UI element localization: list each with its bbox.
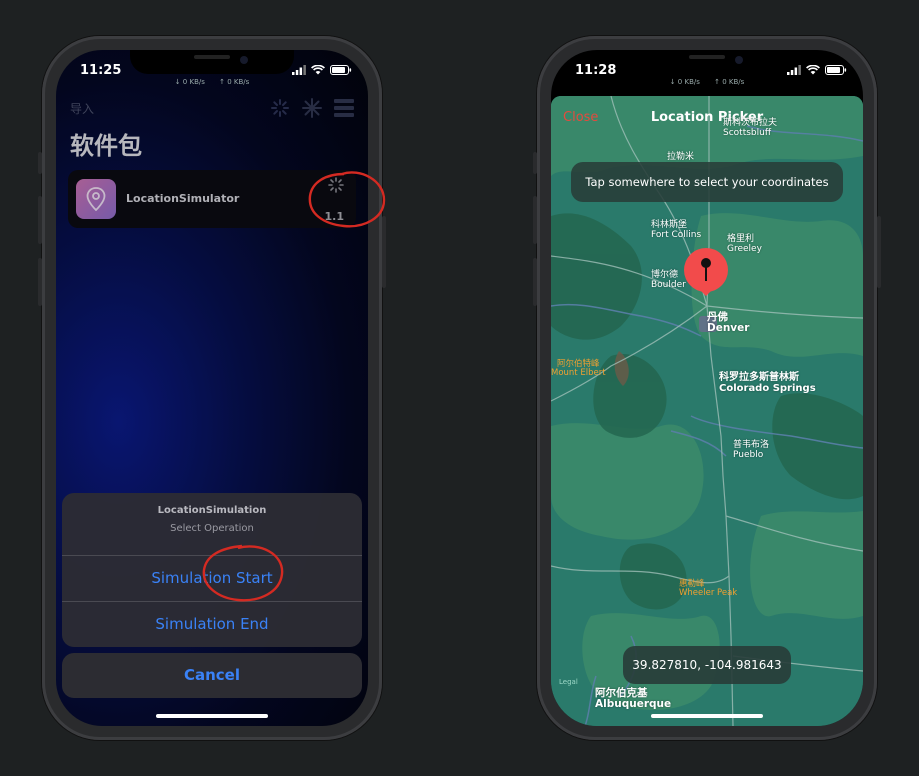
status-icons — [787, 65, 847, 75]
city-label-boulder: 博尔德 Boulder — [651, 270, 686, 290]
simulation-end-button[interactable]: Simulation End — [62, 602, 362, 647]
net-up: ↑ 0 KB/s — [219, 78, 250, 86]
volume-up-button — [533, 196, 537, 244]
power-button — [877, 216, 881, 288]
action-sheet-subtitle: Select Operation — [170, 523, 254, 534]
wifi-icon — [311, 65, 325, 75]
network-speed: ↓ 0 KB/s ↑ 0 KB/s — [551, 78, 863, 86]
location-picker-sheet: Close Location Picker 斯科茨布拉夫 Scottsbluff … — [551, 96, 863, 726]
battery-icon — [825, 65, 847, 75]
net-down: ↓ 0 KB/s — [669, 78, 700, 86]
signal-icon — [787, 65, 801, 75]
city-label-greeley: 格里利 Greeley — [727, 234, 762, 254]
city-label-colorado-springs: 科罗拉多斯普林斯 Colorado Springs — [719, 372, 816, 394]
action-sheet: LocationSimulation Select Operation Simu… — [62, 493, 362, 647]
volume-down-button — [38, 258, 42, 306]
peak-label-mount-elbert: 阿尔伯特峰 Mount Elbert — [551, 359, 606, 378]
notch — [130, 50, 294, 74]
notch — [625, 50, 789, 74]
left-screen: 11:25 ↓ 0 KB/s ↑ 0 KB/s 导入 软件包 LocationS… — [56, 50, 368, 726]
map-header: Close Location Picker — [551, 110, 863, 130]
wifi-icon — [806, 65, 820, 75]
instruction-banner: Tap somewhere to select your coordinates — [571, 162, 843, 202]
home-indicator — [651, 714, 763, 718]
signal-icon — [292, 65, 306, 75]
battery-icon — [330, 65, 352, 75]
net-up: ↑ 0 KB/s — [714, 78, 745, 86]
simulation-start-button[interactable]: Simulation Start — [62, 556, 362, 601]
city-label-scottsbluff: 斯科茨布拉夫 Scottsbluff — [723, 118, 778, 138]
city-label-albuquerque: 阿尔伯克基 Albuquerque — [595, 687, 672, 710]
city-label-pueblo: 普韦布洛 Pueblo — [733, 440, 770, 460]
map-pin-icon[interactable] — [682, 248, 730, 296]
mute-switch — [533, 152, 537, 174]
net-down: ↓ 0 KB/s — [174, 78, 205, 86]
status-time: 11:28 — [575, 63, 617, 78]
network-speed: ↓ 0 KB/s ↑ 0 KB/s — [56, 78, 368, 86]
home-indicator — [156, 714, 268, 718]
sheet-title: Location Picker — [650, 110, 764, 125]
volume-up-button — [38, 196, 42, 244]
legal-link[interactable]: Legal — [559, 678, 578, 686]
cancel-button[interactable]: Cancel — [62, 653, 362, 698]
power-button — [382, 216, 386, 288]
peak-label-wheeler-peak: 惠勒峰 Wheeler Peak — [679, 579, 738, 598]
status-time: 11:25 — [80, 63, 122, 78]
city-label-laramie: 拉勒米 — [667, 152, 695, 162]
status-icons — [292, 65, 352, 75]
action-sheet-title: LocationSimulation — [157, 505, 267, 516]
mute-switch — [38, 152, 42, 174]
right-phone: 11:28 ↓ 0 KB/s ↑ 0 KB/s Close Location P… — [533, 36, 881, 740]
city-label-denver: 丹佛 Denver — [707, 311, 750, 334]
coordinates-display: 39.827810, -104.981643 — [623, 646, 791, 684]
volume-down-button — [533, 258, 537, 306]
right-screen: 11:28 ↓ 0 KB/s ↑ 0 KB/s Close Location P… — [551, 50, 863, 726]
left-phone: 11:25 ↓ 0 KB/s ↑ 0 KB/s 导入 软件包 LocationS… — [38, 36, 386, 740]
city-label-fort-collins: 科林斯堡 Fort Collins — [651, 220, 702, 240]
